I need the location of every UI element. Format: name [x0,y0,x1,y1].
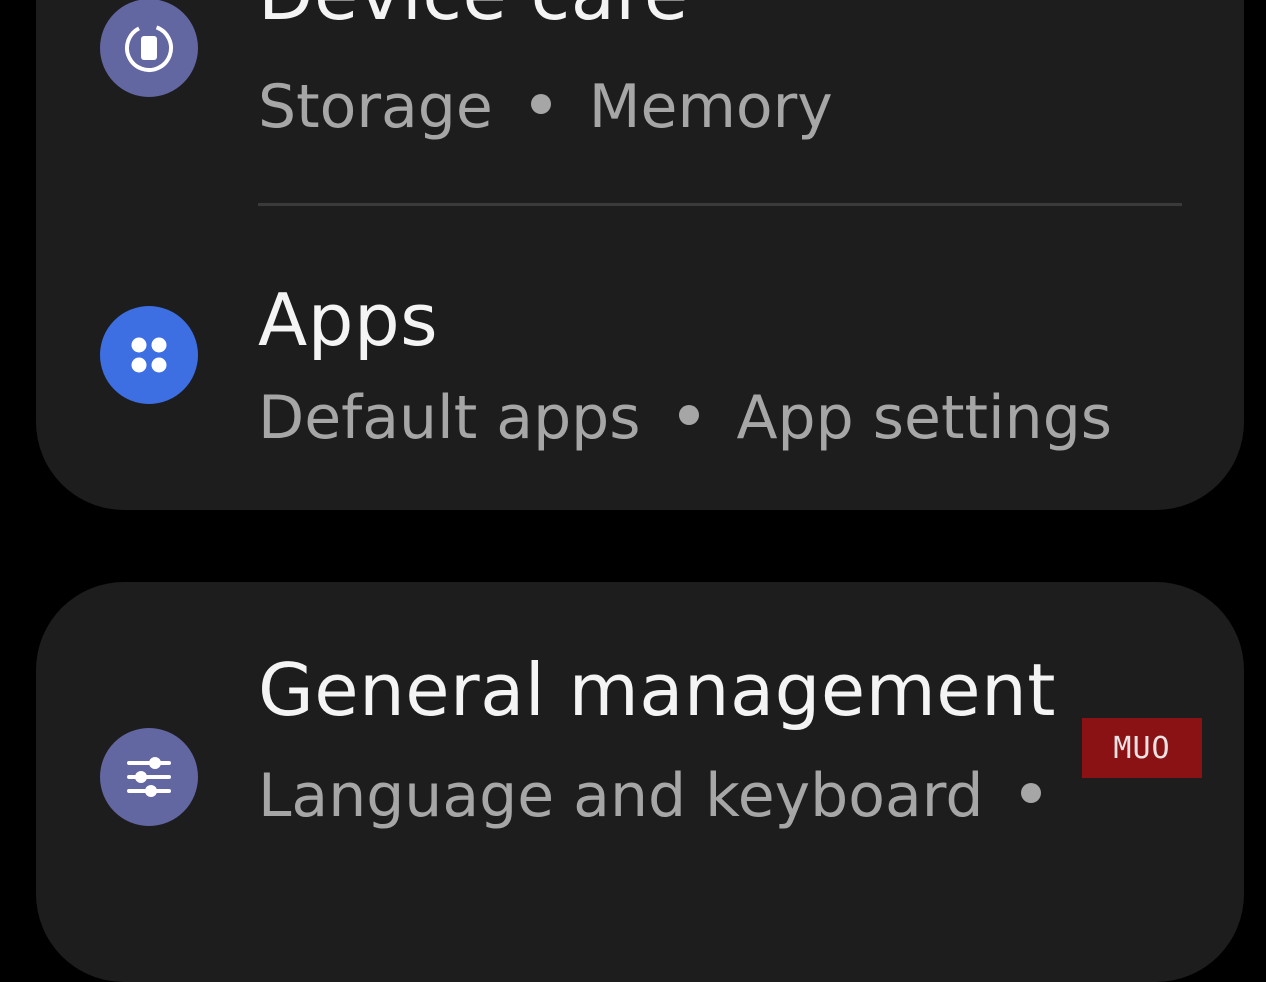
subtitle-app-settings: App settings [736,383,1113,453]
apps-subtitle: Default apps App settings [258,388,1112,448]
subtitle-default-apps: Default apps [258,383,641,453]
general-management-subtitle: Language and keyboard [258,766,1079,826]
device-care-icon [100,0,198,97]
separator-dot [530,94,551,115]
subtitle-memory: Memory [588,72,833,142]
settings-item-apps[interactable]: Apps Default apps App settings [36,206,1244,506]
settings-item-general-management[interactable]: General management Language and keyboard [36,582,1244,982]
device-care-subtitle: Storage Memory [258,77,833,137]
apps-title: Apps [258,278,439,362]
device-care-title: Device care [258,0,689,30]
settings-card-general: General management Language and keyboard [36,582,1244,982]
separator-dot [1021,783,1042,804]
general-management-title: General management [258,648,1056,732]
subtitle-language-keyboard: Language and keyboard [258,761,984,831]
apps-grid-icon [100,306,198,404]
settings-card-device-apps: Device care StorageMemory Apps Default a… [36,0,1244,510]
settings-item-device-care[interactable]: Device care StorageMemory [36,0,1244,205]
muo-watermark-logo: MUO [1082,718,1202,778]
separator-dot [678,405,699,426]
sliders-icon [100,728,198,826]
subtitle-storage: Storage [258,72,493,142]
